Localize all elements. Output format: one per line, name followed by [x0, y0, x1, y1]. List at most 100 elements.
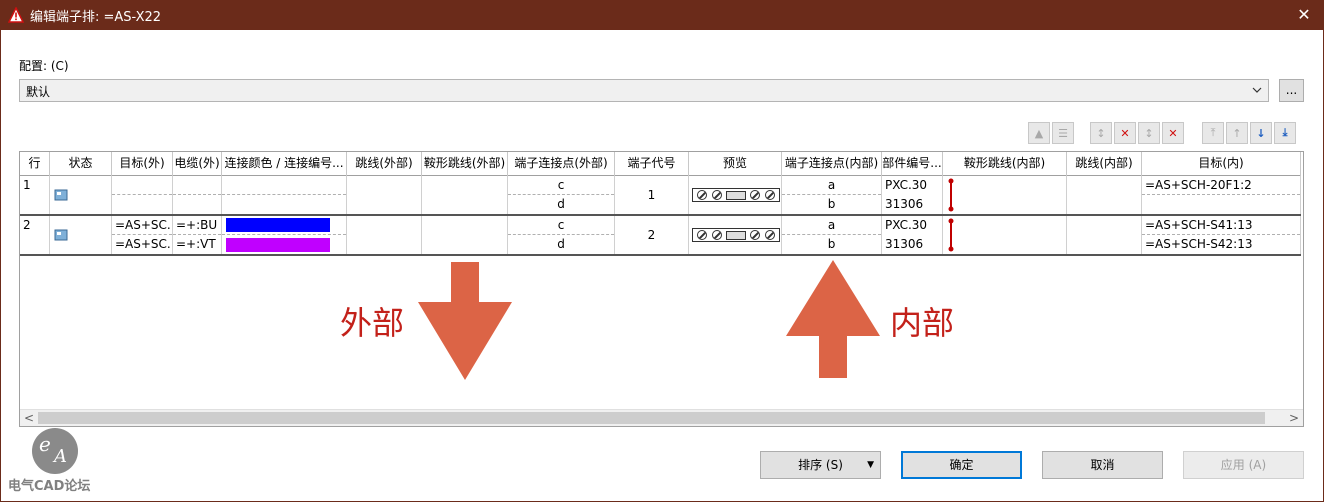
conn-point-in-1: a — [782, 176, 881, 195]
cable-out-2: =+:VT — [176, 237, 216, 251]
config-more-button[interactable]: ... — [1279, 79, 1304, 102]
row-number: 1 — [23, 178, 31, 192]
screw-icon — [750, 230, 761, 240]
target-out-2 — [112, 195, 172, 214]
screw-icon — [750, 190, 761, 200]
col-conn-color[interactable]: 连接颜色 / 连接编号... — [222, 152, 347, 176]
title-bar: 编辑端子排: =AS-X22 ✕ — [0, 0, 1324, 30]
arrow-down-icon — [418, 262, 512, 380]
col-terminal-id[interactable]: 端子代号 — [615, 152, 689, 176]
horizontal-scrollbar[interactable]: < > — [20, 409, 1303, 426]
config-selected-value: 默认 — [26, 85, 51, 99]
watermark-text: 电气CAD论坛 — [8, 479, 91, 494]
conn-point-in-2: b — [827, 237, 836, 251]
config-label: 配置: (C) — [19, 59, 69, 73]
watermark-logo: eA 电气CAD论坛 — [8, 428, 108, 498]
target-in-1: =AS+SCH-20F1:2 — [1142, 176, 1300, 195]
table-row[interactable]: 2 =AS+SC...=AS+SC... =+:BU=+:VT cd 2 ab … — [20, 216, 1301, 256]
cable-out-1 — [173, 176, 221, 195]
col-row[interactable]: 行 — [20, 152, 50, 176]
jumper-extend-icon[interactable]: ↕ — [1138, 122, 1160, 144]
part-number-2: 31306 — [885, 237, 924, 251]
warning-icon — [8, 7, 24, 23]
screw-icon — [764, 230, 775, 240]
cable-out-2 — [173, 195, 221, 214]
apply-button[interactable]: 应用 (A) — [1183, 451, 1304, 479]
window-title: 编辑端子排: =AS-X22 — [30, 9, 162, 25]
terminal-status-icon — [54, 189, 68, 201]
col-jumper-in[interactable]: 跳线(内部) — [1067, 152, 1142, 176]
part-number-2: 31306 — [885, 197, 924, 211]
inner-annotation: 内部 — [890, 304, 955, 342]
outer-annotation: 外部 — [340, 304, 405, 342]
scroll-left-icon[interactable]: < — [24, 410, 34, 426]
ok-button[interactable]: 确定 — [901, 451, 1022, 479]
jumper-delete-icon[interactable]: ✕ — [1162, 122, 1184, 144]
terminal-status-icon — [54, 229, 68, 241]
move-bottom-icon[interactable]: ⤓ — [1274, 122, 1296, 144]
conn-point-in-1: a — [782, 216, 881, 235]
target-out-1: =AS+SC... — [112, 216, 172, 235]
insert-below-icon[interactable]: ☰ — [1052, 122, 1074, 144]
col-saddle-out[interactable]: 鞍形跳线(外部) — [422, 152, 508, 176]
screw-icon — [711, 190, 722, 200]
label-plate — [725, 190, 746, 200]
move-top-icon[interactable]: ⤒ — [1202, 122, 1224, 144]
conn-point-out-2: d — [557, 197, 565, 211]
jumper-remove-icon[interactable]: ✕ — [1114, 122, 1136, 144]
col-target-in[interactable]: 目标(内) — [1142, 152, 1301, 176]
col-target-out[interactable]: 目标(外) — [112, 152, 173, 176]
arrow-up-icon — [786, 260, 880, 378]
label-plate — [725, 230, 746, 240]
part-number-1: PXC.30 — [885, 178, 928, 192]
conn-point-out-1: c — [508, 216, 614, 235]
terminal-preview — [692, 188, 780, 202]
col-saddle-in[interactable]: 鞍形跳线(内部) — [943, 152, 1067, 176]
conn-point-out-2: d — [557, 237, 565, 251]
sort-label: 排序 (S) — [798, 458, 843, 472]
col-jumper-out[interactable]: 跳线(外部) — [347, 152, 422, 176]
target-in-1: =AS+SCH-S41:13 — [1142, 216, 1300, 235]
toolbar-group-jumper: ↕ ✕ ↕ ✕ — [1090, 122, 1184, 144]
cancel-button[interactable]: 取消 — [1042, 451, 1163, 479]
dropdown-arrow-icon: ▼ — [867, 460, 874, 470]
chevron-down-icon — [1252, 87, 1262, 93]
table-row[interactable]: 1 cd 1 ab PXC.30 31306 =AS+SCH-20F1:2 — [20, 176, 1301, 216]
col-cable-out[interactable]: 电缆(外) — [173, 152, 222, 176]
move-up-icon[interactable]: ↑ — [1226, 122, 1248, 144]
toolbar-group-insert: ▲ ☰ — [1028, 122, 1074, 144]
scroll-thumb[interactable] — [38, 412, 1265, 424]
grid-header: 行 状态 目标(外) 电缆(外) 连接颜色 / 连接编号... 跳线(外部) 鞍… — [20, 152, 1301, 176]
insert-above-icon[interactable]: ▲ — [1028, 122, 1050, 144]
col-conn-point-in[interactable]: 端子连接点(内部) — [782, 152, 882, 176]
jumper-add-icon[interactable]: ↕ — [1090, 122, 1112, 144]
col-part-number[interactable]: 部件编号... — [882, 152, 943, 176]
col-preview[interactable]: 预览 — [689, 152, 782, 176]
part-number-1: PXC.30 — [885, 218, 928, 232]
screw-icon — [711, 230, 722, 240]
saddle-jumper-icon — [948, 178, 954, 212]
terminal-grid[interactable]: 行 状态 目标(外) 电缆(外) 连接颜色 / 连接编号... 跳线(外部) 鞍… — [19, 151, 1304, 427]
close-button[interactable]: ✕ — [1294, 5, 1314, 25]
toolbar-group-move: ⤒ ↑ ↓ ⤓ — [1202, 122, 1296, 144]
target-in-2: =AS+SCH-S42:13 — [1145, 237, 1253, 251]
config-select[interactable]: 默认 — [19, 79, 1269, 102]
cable-out-1: =+:BU — [173, 216, 221, 235]
conn-point-out-1: c — [508, 176, 614, 195]
terminal-id: 1 — [647, 188, 656, 202]
col-status[interactable]: 状态 — [50, 152, 112, 176]
screw-icon — [697, 230, 708, 240]
terminal-preview — [692, 228, 780, 242]
col-conn-point-out[interactable]: 端子连接点(外部) — [508, 152, 615, 176]
conn-point-in-2: b — [827, 197, 836, 211]
scroll-right-icon[interactable]: > — [1289, 410, 1299, 426]
screw-icon — [697, 190, 708, 200]
logo-badge: eA — [32, 428, 78, 474]
saddle-jumper-icon — [948, 218, 954, 252]
sort-button[interactable]: 排序 (S) ▼ — [760, 451, 881, 479]
move-down-icon[interactable]: ↓ — [1250, 122, 1272, 144]
target-in-2 — [1142, 195, 1300, 214]
row-number: 2 — [23, 218, 31, 232]
color-swatch-1 — [226, 218, 330, 232]
color-swatch-2 — [226, 238, 330, 252]
